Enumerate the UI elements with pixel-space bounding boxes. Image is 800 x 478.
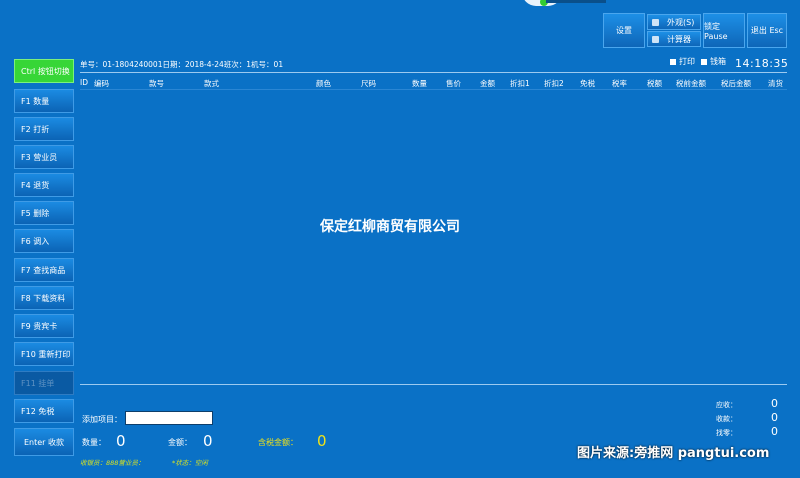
print-checkbox-box[interactable] <box>670 58 676 65</box>
sidebar-button-12[interactable]: F12 免税 <box>14 399 74 423</box>
column-header-14: 税前金额 <box>676 79 706 88</box>
column-header-6: 数量 <box>412 79 427 88</box>
cash-drawer-checkbox-box[interactable] <box>701 58 707 65</box>
column-header-1: 编码 <box>94 79 109 88</box>
add-item-input[interactable] <box>125 411 213 425</box>
qty-value: 0 <box>116 432 126 450</box>
print-checkbox[interactable]: 打印 <box>670 56 695 67</box>
order-info: 单号：01-1804240001日期：2018-4-24班次：1机号：01 <box>80 60 284 69</box>
calculator-icon <box>652 35 659 43</box>
amount-label: 金额： <box>168 438 192 447</box>
cash-drawer-checkbox[interactable]: 钱箱 <box>701 56 726 67</box>
cashier-info: 收银员：888营业员： <box>80 459 145 467</box>
column-header-3: 款式 <box>204 79 219 88</box>
sidebar-button-1[interactable]: F1 数量 <box>14 89 74 113</box>
status-info: *状态：空闲 <box>172 459 208 467</box>
clock: 14:18:35 <box>735 57 789 70</box>
add-item-label: 添加项目： <box>82 415 122 424</box>
receivable-value: 0 <box>771 397 778 410</box>
received-label: 收款： <box>716 415 737 423</box>
change-label: 找零： <box>716 429 737 437</box>
column-header-16: 清货 <box>768 79 783 88</box>
received-value: 0 <box>771 411 778 424</box>
column-header-7: 售价 <box>446 79 461 88</box>
column-header-5: 尺码 <box>361 79 376 88</box>
sidebar-button-0[interactable]: Ctrl 按钮切换 <box>14 59 74 83</box>
appearance-icon <box>652 18 659 26</box>
column-header-8: 金额 <box>480 79 495 88</box>
settings-button[interactable]: 设置 <box>603 13 645 48</box>
column-header-15: 税后金额 <box>721 79 751 88</box>
sidebar-button-11[interactable]: F11 挂单 <box>14 371 74 395</box>
sidebar-button-7[interactable]: F7 查找商品 <box>14 258 74 282</box>
sidebar-button-10[interactable]: F10 重新打印 <box>14 342 74 366</box>
sidebar-button-13[interactable]: Enter 收款 <box>14 428 74 456</box>
column-header-9: 折扣1 <box>510 79 530 88</box>
column-header-10: 折扣2 <box>544 79 564 88</box>
sidebar-button-8[interactable]: F8 下载资料 <box>14 286 74 310</box>
amount-value: 0 <box>203 432 213 450</box>
column-header-12: 税率 <box>612 79 627 88</box>
column-header-11: 免税 <box>580 79 595 88</box>
header-divider <box>80 72 787 73</box>
table-bottom-divider <box>80 384 787 385</box>
sidebar-button-9[interactable]: F9 贵宾卡 <box>14 314 74 338</box>
tax-amount-value: 0 <box>317 432 327 450</box>
sidebar-button-3[interactable]: F3 营业员 <box>14 145 74 169</box>
change-value: 0 <box>771 425 778 438</box>
receivable-label: 应收： <box>716 401 737 409</box>
column-header-13: 税额 <box>647 79 662 88</box>
sidebar-button-5[interactable]: F5 删除 <box>14 201 74 225</box>
exit-button[interactable]: 退出 Esc <box>747 13 787 48</box>
sidebar-button-4[interactable]: F4 退货 <box>14 173 74 197</box>
header-row-divider <box>80 89 787 90</box>
tax-amount-label: 含税金额： <box>258 438 298 447</box>
appearance-button[interactable]: 外观(S) <box>647 14 701 30</box>
lock-button[interactable]: 锁定 Pause <box>703 13 745 48</box>
column-header-0: ID <box>80 78 88 87</box>
image-credit: 图片来源:旁推网 pangtui.com <box>577 446 770 461</box>
column-header-4: 颜色 <box>316 79 331 88</box>
sidebar-button-6[interactable]: F6 调入 <box>14 229 74 253</box>
qty-label: 数量： <box>82 438 106 447</box>
company-name: 保定红柳商贸有限公司 <box>320 219 460 235</box>
sidebar-button-2[interactable]: F2 打折 <box>14 117 74 141</box>
calculator-button[interactable]: 计算器 <box>647 31 701 47</box>
column-header-2: 款号 <box>149 79 164 88</box>
status-line <box>546 0 606 3</box>
